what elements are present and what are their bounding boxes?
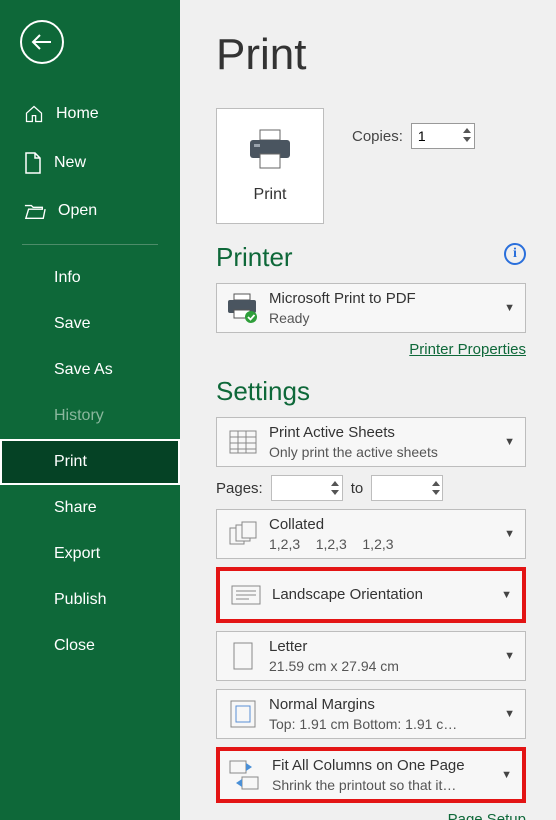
sidebar-item-save[interactable]: Save [0,301,180,347]
orientation-dropdown[interactable]: Landscape Orientation ▼ [216,567,526,623]
new-icon [24,152,42,174]
scaling-dropdown[interactable]: Fit All Columns on One PageShrink the pr… [216,747,526,803]
print-button[interactable]: Print [216,108,324,224]
sheets-icon [226,428,260,456]
setting-sub: 21.59 cm x 27.94 cm [269,657,500,675]
open-icon [24,202,46,220]
page-icon [231,641,255,671]
sidebar-item-saveas[interactable]: Save As [0,347,180,393]
sidebar-item-label: Home [56,105,99,123]
chevron-down-icon: ▼ [500,650,519,662]
chevron-down-icon: ▼ [500,302,519,314]
setting-title: Print Active Sheets [269,423,500,443]
sidebar-item-print[interactable]: Print [0,439,180,485]
sidebar-item-export[interactable]: Export [0,531,180,577]
setting-title: Landscape Orientation [272,585,497,605]
sidebar-item-label: New [54,154,86,172]
back-arrow-icon [31,33,53,51]
page-setup-link[interactable]: Page Setup [216,811,526,820]
chevron-down-icon: ▼ [500,708,519,720]
sidebar-item-label: Publish [54,591,106,609]
printer-info-button[interactable]: i [504,243,526,265]
setting-title: Collated [269,515,500,535]
printer-icon [246,128,294,172]
print-button-label: Print [254,186,287,204]
collation-dropdown[interactable]: Collated1,2,3 1,2,3 1,2,3 ▼ [216,509,526,559]
setting-sub: 1,2,3 1,2,3 1,2,3 [269,535,500,553]
info-icon: i [513,246,517,262]
margins-dropdown[interactable]: Normal MarginsTop: 1.91 cm Bottom: 1.91 … [216,689,526,739]
spin-down-icon[interactable] [430,488,441,496]
fit-columns-icon [228,759,264,791]
sidebar-item-label: Export [54,545,100,563]
pages-label: Pages: [216,480,263,497]
chevron-down-icon: ▼ [500,436,519,448]
sidebar-item-label: Close [54,637,95,655]
spin-up-icon[interactable] [330,479,341,487]
sidebar-item-label: Open [58,202,97,220]
back-button[interactable] [20,20,64,64]
copies-label: Copies: [352,128,403,145]
margins-icon [229,699,257,729]
backstage-sidebar: Home New Open Info Save Save As History … [0,0,180,820]
chevron-down-icon: ▼ [500,528,519,540]
chevron-down-icon: ▼ [497,589,516,601]
sidebar-item-label: Save As [54,361,113,379]
sidebar-separator [22,244,158,245]
printer-status: Ready [269,309,500,327]
sidebar-item-label: Share [54,499,97,517]
printer-heading: Printer [216,242,293,273]
collated-icon [226,520,260,548]
printer-dropdown[interactable]: Microsoft Print to PDF Ready ▼ [216,283,526,333]
sidebar-item-share[interactable]: Share [0,485,180,531]
spin-up-icon[interactable] [430,479,441,487]
sidebar-item-close[interactable]: Close [0,623,180,669]
setting-sub: Top: 1.91 cm Bottom: 1.91 c… [269,715,500,733]
setting-title: Normal Margins [269,695,500,715]
sidebar-item-info[interactable]: Info [0,255,180,301]
printer-properties-link[interactable]: Printer Properties [216,341,526,358]
print-panel: Print Print Copies: [180,0,556,820]
landscape-icon [229,582,263,608]
sidebar-item-history: History [0,393,180,439]
setting-title: Fit All Columns on One Page [272,756,497,776]
copies-down-icon[interactable] [462,135,473,143]
sidebar-item-new[interactable]: New [0,138,180,188]
home-icon [24,104,44,124]
setting-sub: Only print the active sheets [269,443,500,461]
pages-to-label: to [351,480,364,497]
page-title: Print [216,30,526,80]
print-what-dropdown[interactable]: Print Active SheetsOnly print the active… [216,417,526,467]
chevron-down-icon: ▼ [497,769,516,781]
printer-name: Microsoft Print to PDF [269,289,500,309]
printer-status-icon [226,293,260,323]
copies-up-icon[interactable] [462,126,473,134]
sidebar-item-home[interactable]: Home [0,90,180,138]
sidebar-item-label: History [54,407,104,425]
sidebar-item-label: Info [54,269,81,287]
sidebar-item-open[interactable]: Open [0,188,180,234]
setting-title: Letter [269,637,500,657]
sidebar-item-publish[interactable]: Publish [0,577,180,623]
papersize-dropdown[interactable]: Letter21.59 cm x 27.94 cm ▼ [216,631,526,681]
settings-heading: Settings [216,376,526,407]
sidebar-item-label: Save [54,315,90,333]
sidebar-item-label: Print [54,453,87,471]
setting-sub: Shrink the printout so that it… [272,776,497,794]
spin-down-icon[interactable] [330,488,341,496]
